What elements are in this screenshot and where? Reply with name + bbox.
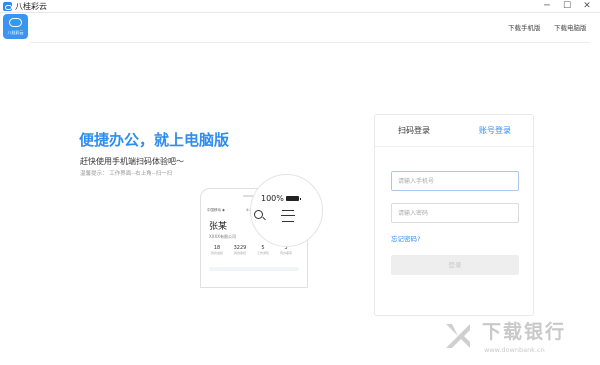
stat-label: 待办事项 xyxy=(279,251,292,255)
logo-text: 八桂彩云 xyxy=(7,30,24,35)
hero-tip: 温馨提示： 工作界面--右上角--扫一扫 xyxy=(80,171,173,177)
app-logo: 八桂彩云 xyxy=(3,14,28,39)
login-panel: 扫码登录 账号登录 忘记密码? 登录 xyxy=(374,114,534,316)
watermark-text: 下载银行 xyxy=(482,321,567,343)
maximize-button[interactable]: ☐ xyxy=(556,0,578,13)
hero-subtitle: 赶快使用手机端扫码体验吧～ xyxy=(80,157,184,166)
download-desktop-link[interactable]: 下载电脑版 xyxy=(554,24,587,33)
stat-label: 我的审批 xyxy=(233,251,246,255)
stat-label: 工作通知 xyxy=(256,251,269,255)
download-mobile-link[interactable]: 下载手机版 xyxy=(508,24,541,33)
cloud-icon xyxy=(9,18,22,27)
stat-item: 18 我的发起 xyxy=(207,245,227,255)
app-icon xyxy=(3,2,12,11)
tab-divider xyxy=(375,146,533,147)
header-divider xyxy=(30,42,590,43)
profile-name: 张某 xyxy=(209,222,228,232)
stat-item: 3229 我的审批 xyxy=(230,245,250,255)
window-title: 八桂彩云 xyxy=(15,2,47,11)
password-input[interactable] xyxy=(391,203,519,223)
watermark-url: www.downbank.cn xyxy=(484,346,545,354)
scan-hint-bubble: 100% xyxy=(250,174,323,247)
minimize-button[interactable]: ─ xyxy=(536,0,558,13)
battery-icon xyxy=(286,196,301,201)
scan-icon xyxy=(281,210,295,222)
search-icon xyxy=(254,210,263,219)
tab-account-login[interactable]: 账号登录 xyxy=(479,125,511,137)
close-button[interactable]: ✕ xyxy=(576,0,598,13)
tab-qr-login[interactable]: 扫码登录 xyxy=(398,125,430,137)
login-button[interactable]: 登录 xyxy=(391,255,519,275)
stat-label: 我的发起 xyxy=(210,251,223,255)
watermark-logo-icon xyxy=(446,324,470,348)
stat-item: 5 工作通知 xyxy=(253,245,273,255)
title-bar: 八桂彩云 ─ ☐ ✕ xyxy=(0,0,600,13)
forgot-password-link[interactable]: 忘记密码? xyxy=(391,235,420,244)
phone-carrier: 中国移动 ◆ xyxy=(207,208,225,212)
battery-percent: 100% xyxy=(261,194,284,203)
profile-company: XXXX有限公司 xyxy=(209,234,236,239)
hero-title: 便捷办公，就上电脑版 xyxy=(79,131,230,149)
phone-input[interactable] xyxy=(391,171,519,191)
phone-faded-row xyxy=(209,267,299,271)
